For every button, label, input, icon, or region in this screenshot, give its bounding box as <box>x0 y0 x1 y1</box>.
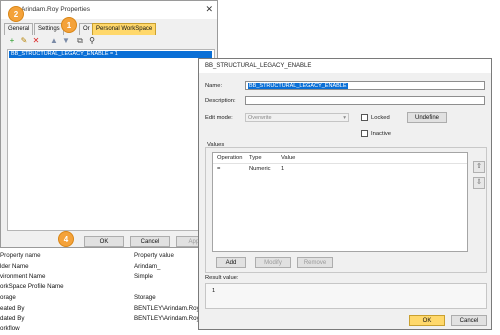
header-divider <box>213 163 467 164</box>
callout-badge-2: 2 <box>8 6 24 22</box>
delete-icon[interactable]: ✕ <box>31 36 41 46</box>
result-value: 1 <box>212 288 216 294</box>
inactive-label: Inactive <box>371 131 391 137</box>
properties-window: Arindam.Roy Properties ✕ General Setting… <box>0 0 218 248</box>
edit-mode-value: Overwrite <box>248 115 272 121</box>
property-value-header: Property value <box>134 252 174 259</box>
variable-dialog: BB_STRUCTURAL_LEGACY_ENABLE Name: BB_STR… <box>198 58 492 330</box>
row-value: 1 <box>281 166 285 172</box>
property-name: eated By <box>0 305 25 312</box>
callout-badge-4: 4 <box>58 231 74 247</box>
cancel-button[interactable]: Cancel <box>130 236 170 247</box>
description-field[interactable] <box>245 96 485 105</box>
move-up-icon[interactable]: ⇧ <box>473 161 485 173</box>
move-down-icon[interactable]: ▼ <box>61 36 71 46</box>
property-name-header: Property name <box>0 252 41 259</box>
chevron-down-icon: ▾ <box>343 115 346 121</box>
property-name: vironment Name <box>0 273 46 280</box>
operation-column-header: Operation <box>217 155 243 161</box>
variable-list[interactable]: BB_STRUCTURAL_LEGACY_ENABLE = 1 <box>7 49 215 231</box>
tab-settings[interactable]: Settings <box>34 23 64 35</box>
name-label: Name: <box>205 83 223 89</box>
cancel-button[interactable]: Cancel <box>451 315 487 326</box>
property-name: dated By <box>0 315 25 322</box>
selected-variable[interactable]: BB_STRUCTURAL_LEGACY_ENABLE = 1 <box>9 51 212 58</box>
value-column-header: Value <box>281 155 296 161</box>
row-operation: = <box>217 166 221 172</box>
edit-mode-select[interactable]: Overwrite ▾ <box>245 113 349 122</box>
edit-icon[interactable]: ✎ <box>19 36 29 46</box>
table-row[interactable]: = Numeric 1 <box>213 165 467 174</box>
inactive-checkbox[interactable] <box>361 130 368 137</box>
name-value: BB_STRUCTURAL_LEGACY_ENABLE <box>248 83 348 89</box>
property-value: Arindam_ <box>134 263 161 270</box>
remove-button[interactable]: Remove <box>297 257 333 268</box>
property-name: orage <box>0 294 16 301</box>
result-value-label: Result value: <box>205 275 239 281</box>
name-field[interactable]: BB_STRUCTURAL_LEGACY_ENABLE <box>245 81 485 90</box>
property-value: BENTLEY\Arindam.Roy <box>134 315 200 322</box>
ok-button[interactable]: OK <box>409 315 445 326</box>
properties-title-bar: Arindam.Roy Properties ✕ <box>1 1 217 19</box>
dialog-title: BB_STRUCTURAL_LEGACY_ENABLE <box>205 63 312 69</box>
property-value: BENTLEY\Arindam.Roy <box>134 305 200 312</box>
type-column-header: Type <box>249 155 262 161</box>
property-name: orkSpace Profile Name <box>0 283 64 290</box>
description-label: Description: <box>205 98 236 104</box>
dialog-title-bar: BB_STRUCTURAL_LEGACY_ENABLE <box>199 59 491 73</box>
locked-label: Locked <box>371 115 390 121</box>
values-table[interactable]: Operation Type Value = Numeric 1 <box>212 152 468 252</box>
close-icon[interactable]: ✕ <box>205 4 213 15</box>
row-type: Numeric <box>249 166 271 172</box>
undefine-button[interactable]: Undefine <box>407 112 447 123</box>
property-value: Storage <box>134 294 156 301</box>
edit-mode-label: Edit mode: <box>205 115 233 121</box>
tab-personal-workspace[interactable]: Personal WorkSpace <box>92 23 157 35</box>
add-button[interactable]: Add <box>216 257 246 268</box>
move-down-icon[interactable]: ⇩ <box>473 177 485 189</box>
modify-button[interactable]: Modify <box>255 257 291 268</box>
property-name: orkflow <box>0 325 20 332</box>
window-title: Arindam.Roy Properties <box>21 6 90 13</box>
find-icon[interactable]: ⚲ <box>87 36 97 46</box>
move-up-icon[interactable]: ▲ <box>49 36 59 46</box>
copy-icon[interactable]: ⧉ <box>75 36 85 46</box>
result-value-box: 1 <box>205 283 487 309</box>
property-value: Simple <box>134 273 153 280</box>
property-name: lder Name <box>0 263 29 270</box>
add-icon[interactable]: + <box>7 36 17 46</box>
callout-badge-1: 1 <box>61 17 77 33</box>
ok-button[interactable]: OK <box>84 236 124 247</box>
tab-general[interactable]: General <box>4 23 34 35</box>
toolbar: + ✎ ✕ ▲ ▼ ⧉ ⚲ <box>5 36 215 48</box>
locked-checkbox[interactable] <box>361 114 368 121</box>
